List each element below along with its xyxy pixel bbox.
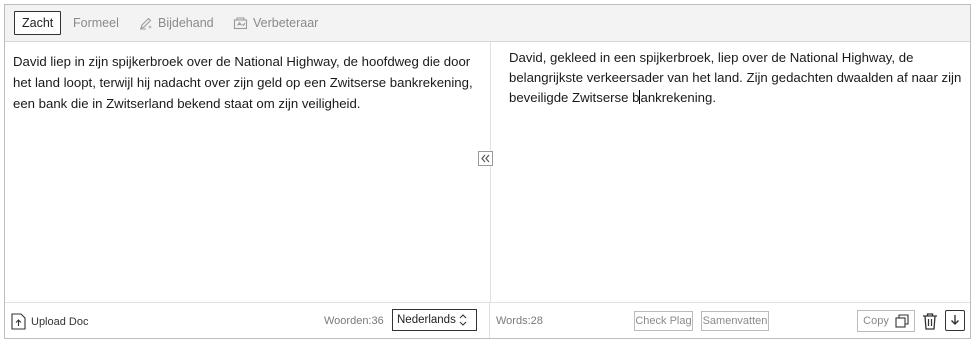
- output-text-area[interactable]: David, gekleed in een spijkerbroek, liep…: [490, 42, 970, 302]
- copy-icon: [895, 314, 909, 328]
- tab-label: Bijdehand: [158, 16, 214, 30]
- download-button[interactable]: [945, 310, 965, 331]
- copy-label: Copy: [863, 315, 889, 327]
- pen-sparkle-icon: [139, 16, 153, 30]
- upload-doc-button[interactable]: Upload Doc: [11, 313, 88, 330]
- input-text: David liep in zijn spijkerbroek over de …: [13, 54, 473, 111]
- tab-verbeteraar[interactable]: Verbeteraar: [233, 11, 318, 35]
- tab-label: Zacht: [22, 16, 54, 30]
- trash-icon: [922, 312, 938, 330]
- copy-button[interactable]: Copy: [857, 310, 915, 332]
- summarize-button[interactable]: Samenvatten: [701, 311, 769, 331]
- tab-label: Formeel: [73, 16, 119, 30]
- upload-icon: [11, 313, 26, 330]
- tab-zacht[interactable]: Zacht: [14, 11, 62, 35]
- tab-formeel[interactable]: Formeel: [73, 11, 119, 35]
- input-text-area[interactable]: David liep in zijn spijkerbroek over de …: [5, 42, 489, 302]
- proofread-icon: [233, 16, 248, 30]
- collapse-pane-button[interactable]: [478, 151, 493, 166]
- paraphraser-panel: Zacht Formeel Bijdehand Verbeteraar Davi…: [4, 4, 971, 339]
- input-word-count: Woorden:36: [324, 315, 384, 327]
- language-value: Nederlands: [397, 314, 456, 326]
- download-icon: [949, 314, 961, 327]
- delete-button[interactable]: [920, 310, 940, 332]
- footer-divider: [489, 302, 490, 338]
- up-down-chevron-icon: [458, 313, 468, 330]
- output-word-count: Words:28: [496, 315, 543, 327]
- output-text-after-caret: ankrekening.: [640, 90, 716, 105]
- tab-bijdehand[interactable]: Bijdehand: [139, 11, 214, 35]
- footer-bar: Upload Doc Woorden:36 Nederlands Words:2…: [5, 302, 970, 338]
- language-select[interactable]: Nederlands: [392, 309, 477, 331]
- mode-tab-bar: Zacht Formeel Bijdehand Verbeteraar: [5, 5, 970, 42]
- check-plag-button[interactable]: Check Plag: [634, 311, 693, 331]
- upload-label: Upload Doc: [31, 315, 89, 328]
- output-text-before-caret: David, gekleed in een spijkerbroek, liep…: [509, 50, 962, 105]
- double-chevron-left-icon: [480, 153, 491, 164]
- tab-label: Verbeteraar: [253, 16, 319, 30]
